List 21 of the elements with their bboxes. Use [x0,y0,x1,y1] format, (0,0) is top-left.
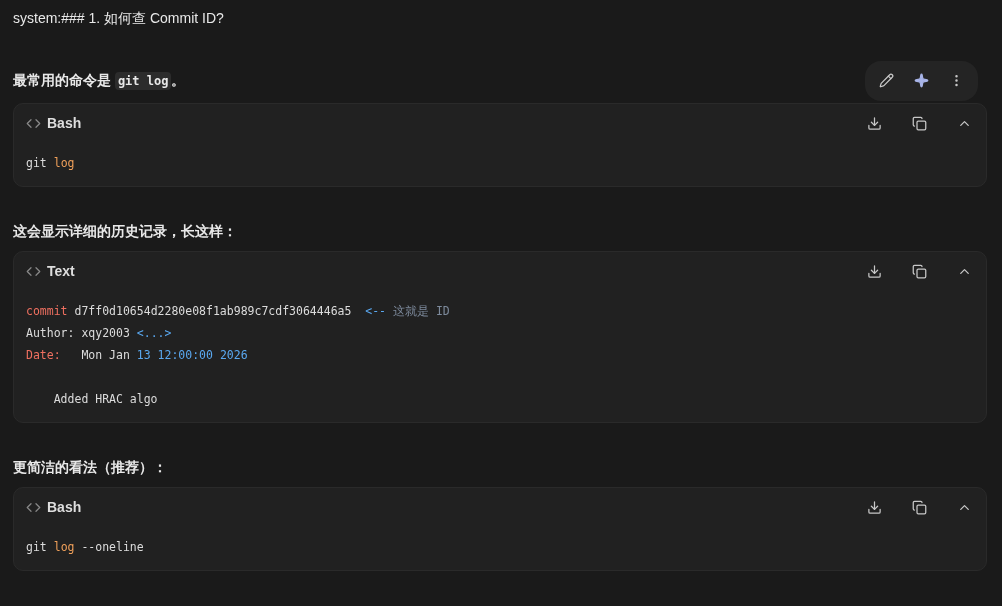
download-icon [867,263,882,279]
code-language: Bash [47,115,83,131]
code-language: Text [47,263,76,279]
paragraph: 这会显示详细的历史记录，长这样： [13,222,237,241]
code-line: Date: Mon Jan 13 12:00:00 2026 [26,347,249,364]
pencil-icon[interactable] [879,73,894,88]
copy-icon [912,499,927,515]
download-icon [867,115,882,131]
copy-icon [912,263,927,279]
code-line: commit d7ff0d10654d2280e08f1ab989c7cdf3064446a5 <-- 这就是 ID [26,303,451,320]
paragraph: 更简洁的看法（推荐）： [13,458,167,477]
code-line: git log [26,155,76,172]
sparkle-icon[interactable] [914,73,929,88]
code-line: Author: xqy2003 <...> [26,325,173,342]
code-language: Bash [47,499,83,515]
code-line: Added HRAC algo [52,391,159,408]
message-heading: system:### 1. 如何查 Commit ID? [13,9,225,28]
copy-icon [912,115,927,131]
download-icon [867,499,882,515]
code-line: git log --oneline [26,539,145,556]
paragraph: 最常用的命令是 git log 。 [13,71,186,91]
